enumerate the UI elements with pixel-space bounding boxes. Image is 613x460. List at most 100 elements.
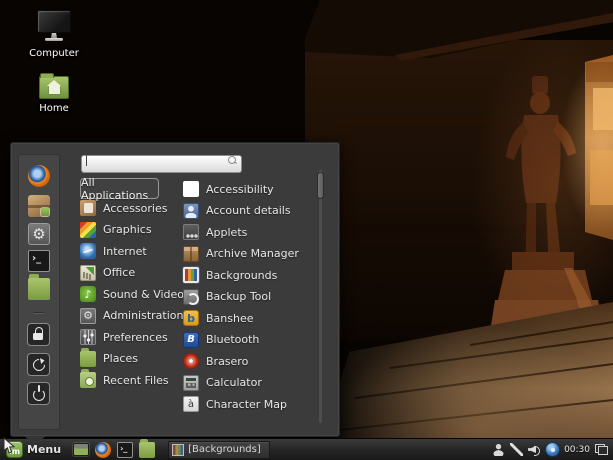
app-item-account-details[interactable]: Account details	[183, 200, 321, 221]
app-item-backgrounds[interactable]: Backgrounds	[183, 265, 321, 286]
category-label: Graphics	[103, 223, 152, 236]
app-item-banshee[interactable]: Banshee	[183, 308, 321, 329]
pen-icon[interactable]	[510, 443, 523, 456]
desktop-icon-computer[interactable]: Computer	[18, 10, 90, 59]
system-tray: 00:30	[492, 443, 610, 456]
category-item-sound-video[interactable]: Sound & Video	[80, 284, 180, 305]
shutdown-button[interactable]	[27, 382, 50, 405]
app-label: Archive Manager	[206, 247, 299, 260]
mint-menu-panel: All Applications Accessories Graphics Inte…	[10, 142, 340, 437]
graphics-icon	[80, 222, 96, 238]
app-item-brasero[interactable]: Brasero	[183, 351, 321, 372]
places-icon	[80, 351, 96, 367]
category-item-internet[interactable]: Internet	[80, 241, 180, 262]
launcher-files[interactable]	[138, 441, 156, 459]
app-label: Applets	[206, 226, 247, 239]
computer-icon	[37, 10, 71, 44]
launcher-terminal[interactable]	[116, 441, 134, 459]
desktop-icon-label: Computer	[18, 48, 90, 59]
accessories-icon	[80, 200, 96, 216]
mint-logo-icon	[6, 441, 23, 458]
window-button-backgrounds[interactable]: [Backgrounds]	[168, 441, 270, 459]
category-label: Places	[103, 352, 138, 365]
scrollbar-thumb[interactable]	[317, 172, 324, 199]
menu-favorites-sidebar	[18, 154, 60, 430]
launcher-show-desktop[interactable]	[72, 441, 90, 459]
window-button-label: [Backgrounds]	[188, 444, 261, 455]
show-desktop-icon	[73, 443, 89, 456]
window-list: [Backgrounds]	[156, 441, 270, 459]
update-shield-icon[interactable]	[546, 443, 559, 456]
office-icon	[80, 265, 96, 281]
backgrounds-window-icon	[172, 444, 184, 456]
brasero-icon	[183, 353, 199, 369]
taskbar-launchers	[72, 441, 156, 459]
category-label: Office	[103, 266, 135, 279]
app-item-accessibility[interactable]: Accessibility	[183, 179, 321, 200]
user-icon[interactable]	[492, 443, 505, 456]
firefox-icon	[28, 165, 50, 187]
app-item-bluetooth[interactable]: Bluetooth	[183, 329, 321, 350]
app-label: Banshee	[206, 312, 254, 325]
category-label: Sound & Video	[103, 288, 184, 301]
taskbar: Menu [Backgrounds] 00:30	[0, 438, 613, 460]
accessibility-icon	[183, 181, 199, 197]
favorite-terminal[interactable]	[28, 250, 50, 272]
account-details-icon	[183, 203, 199, 219]
category-item-office[interactable]: Office	[80, 262, 180, 283]
category-all-applications[interactable]: All Applications	[80, 178, 159, 199]
terminal-icon	[28, 250, 50, 272]
favorite-firefox[interactable]	[28, 165, 50, 187]
app-item-backup-tool[interactable]: Backup Tool	[183, 286, 321, 307]
category-item-preferences[interactable]: Preferences	[80, 327, 180, 348]
app-label: Backup Tool	[206, 290, 271, 303]
applets-icon	[183, 224, 199, 240]
app-label: Brasero	[206, 355, 248, 368]
app-label: Calculator	[206, 376, 262, 389]
app-label: Character Map	[206, 398, 287, 411]
category-item-places[interactable]: Places	[80, 348, 180, 369]
app-label: Backgrounds	[206, 269, 277, 282]
app-item-archive-manager[interactable]: Archive Manager	[183, 243, 321, 264]
category-item-accessories[interactable]: Accessories	[80, 198, 180, 219]
software-manager-icon	[28, 195, 50, 217]
clock[interactable]: 00:30	[564, 445, 590, 455]
sidebar-separator	[34, 312, 44, 313]
preferences-icon	[80, 329, 96, 345]
category-item-graphics[interactable]: Graphics	[80, 219, 180, 240]
firefox-icon	[95, 442, 111, 458]
desktop-icon-home[interactable]: Home	[18, 72, 90, 114]
lock-screen-button[interactable]	[27, 323, 50, 346]
archive-manager-icon	[183, 246, 199, 262]
app-item-calculator[interactable]: Calculator	[183, 372, 321, 393]
shutdown-icon	[28, 383, 49, 404]
app-item-character-map[interactable]: Character Map	[183, 394, 321, 415]
category-label: Preferences	[103, 331, 168, 344]
favorite-software-manager[interactable]	[28, 195, 50, 217]
favorite-files[interactable]	[28, 278, 50, 300]
menu-pointer-arrow	[24, 436, 46, 445]
volume-icon[interactable]	[528, 443, 541, 456]
scrollbar-track[interactable]	[319, 170, 322, 423]
logout-icon	[28, 354, 49, 375]
category-item-administration[interactable]: Administration	[80, 305, 180, 326]
character-map-icon	[183, 396, 199, 412]
home-folder-icon	[39, 76, 69, 99]
launcher-firefox[interactable]	[94, 441, 112, 459]
favorite-system-settings[interactable]	[28, 223, 50, 245]
internet-icon	[80, 243, 96, 259]
search-box	[81, 152, 242, 170]
backup-tool-icon	[183, 289, 199, 305]
category-label: Accessories	[103, 202, 167, 215]
terminal-icon	[117, 442, 133, 458]
app-item-applets[interactable]: Applets	[183, 222, 321, 243]
desktop: Computer Home All Applications Accessori…	[0, 0, 613, 460]
app-label: Bluetooth	[206, 333, 259, 346]
workspaces-icon[interactable]	[595, 444, 608, 455]
category-item-recent-files[interactable]: Recent Files	[80, 370, 180, 391]
recent-files-icon	[80, 372, 96, 388]
app-label: Accessibility	[206, 183, 274, 196]
logout-button[interactable]	[27, 353, 50, 376]
category-label: Internet	[103, 245, 147, 258]
search-input[interactable]	[81, 155, 242, 173]
